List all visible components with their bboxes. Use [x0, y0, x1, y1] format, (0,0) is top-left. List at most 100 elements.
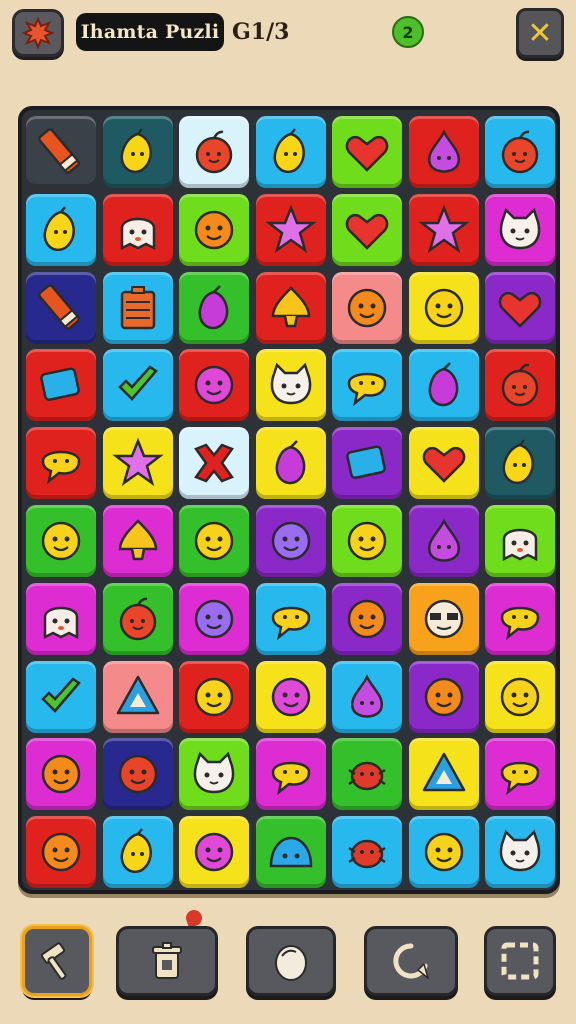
heart-icon	[345, 135, 389, 172]
tile-cross[interactable]	[179, 427, 249, 500]
tile-grape[interactable]	[179, 271, 249, 344]
tile-pencil[interactable]	[26, 271, 96, 344]
tile-bubble[interactable]	[255, 738, 326, 811]
tile-heart[interactable]	[332, 116, 402, 188]
star-icon	[417, 204, 470, 253]
tile-bug[interactable]	[332, 816, 402, 889]
tile-grape[interactable]	[255, 427, 326, 500]
tile-cat[interactable]	[179, 738, 249, 811]
tile-heart[interactable]	[485, 271, 555, 344]
tile-heart[interactable]	[408, 427, 479, 500]
tile-face-purple[interactable]	[179, 582, 249, 655]
tile-drop[interactable]	[408, 116, 479, 188]
tile-ghost[interactable]	[102, 193, 173, 266]
tile-face-orange[interactable]	[332, 271, 402, 344]
tile-drop[interactable]	[332, 660, 402, 733]
glasses-icon	[424, 599, 463, 639]
tile-grape[interactable]	[408, 349, 479, 422]
tile-face-orange[interactable]	[408, 660, 479, 733]
tile-face-orange[interactable]	[179, 193, 249, 266]
tile-face[interactable]	[332, 505, 402, 577]
heart-icon	[422, 447, 465, 483]
check-icon	[117, 365, 158, 402]
star-icon	[264, 204, 317, 253]
tile-lemon[interactable]	[485, 427, 555, 500]
menu-button[interactable]	[12, 9, 64, 57]
tile-drop[interactable]	[408, 505, 479, 577]
tile-star[interactable]	[408, 193, 479, 266]
tile-star[interactable]	[255, 193, 326, 266]
face-icon	[424, 288, 463, 327]
face-pink-icon	[194, 366, 234, 405]
apple-icon	[195, 130, 233, 174]
tile-bubble[interactable]	[255, 582, 326, 655]
bubble-icon	[500, 762, 540, 796]
frame-tool-button[interactable]	[484, 926, 556, 996]
tile-face[interactable]	[408, 816, 479, 889]
tile-bubble[interactable]	[485, 738, 555, 811]
apple-icon	[119, 597, 156, 641]
tile-face-pink[interactable]	[179, 349, 249, 422]
tile-face[interactable]	[408, 271, 479, 344]
tile-face[interactable]	[26, 505, 96, 577]
tile-triangle[interactable]	[102, 660, 173, 733]
bug-icon	[348, 762, 386, 791]
tile-cat[interactable]	[485, 193, 555, 266]
tile-bell[interactable]	[102, 505, 173, 577]
tile-triangle[interactable]	[408, 738, 479, 811]
tile-lemon[interactable]	[102, 816, 173, 889]
tile-apple[interactable]	[102, 582, 173, 655]
heart-icon	[345, 213, 389, 250]
grape-icon	[428, 362, 458, 407]
tile-face-orange[interactable]	[332, 582, 402, 655]
tile-battery[interactable]	[102, 271, 173, 344]
cat-icon	[499, 207, 541, 250]
tile-bug[interactable]	[332, 738, 402, 811]
tile-bubble[interactable]	[332, 349, 402, 422]
tile-ghost[interactable]	[485, 505, 555, 577]
tile-heart[interactable]	[332, 193, 402, 266]
tile-star[interactable]	[102, 427, 173, 500]
tile-lemon[interactable]	[255, 116, 326, 188]
tile-ghost[interactable]	[26, 582, 96, 655]
pencil-icon	[38, 128, 80, 174]
bubble-icon	[347, 373, 387, 407]
battery-icon	[120, 285, 155, 329]
tile-apple[interactable]	[485, 349, 555, 422]
hammer-tool-button[interactable]	[22, 926, 92, 996]
tile-pencil[interactable]	[26, 116, 96, 188]
tile-face-orange[interactable]	[26, 738, 96, 811]
tile-apple[interactable]	[485, 116, 555, 188]
tile-bubble[interactable]	[26, 427, 96, 500]
bubble-icon	[41, 450, 81, 485]
tile-blob[interactable]	[255, 816, 326, 889]
tile-bubble[interactable]	[485, 582, 555, 655]
tile-block[interactable]	[26, 349, 96, 422]
tile-face[interactable]	[179, 660, 249, 733]
tile-lemon[interactable]	[26, 193, 96, 266]
tile-apple[interactable]	[179, 116, 249, 188]
pencil-icon	[38, 283, 80, 330]
tile-lemon[interactable]	[102, 116, 173, 188]
triangle-icon	[422, 753, 465, 792]
tile-face[interactable]	[485, 660, 555, 733]
tile-block[interactable]	[332, 427, 402, 500]
tile-face-purple[interactable]	[255, 505, 326, 577]
tile-glasses[interactable]	[408, 582, 479, 655]
rotate-tool-button[interactable]	[364, 926, 458, 996]
splat-icon	[21, 16, 55, 50]
tile-cat[interactable]	[255, 349, 326, 422]
egg-tool-button[interactable]	[246, 926, 336, 996]
tile-check[interactable]	[26, 660, 96, 733]
close-button[interactable]: ✕	[516, 8, 564, 58]
tile-face-pink[interactable]	[255, 660, 326, 733]
tile-face-red[interactable]	[102, 738, 173, 811]
tile-face-pink[interactable]	[179, 816, 249, 889]
tile-cat[interactable]	[485, 816, 555, 889]
tile-bell[interactable]	[255, 271, 326, 344]
tile-face-orange[interactable]	[26, 816, 96, 889]
tile-face[interactable]	[179, 505, 249, 577]
trash-tool-button[interactable]	[116, 926, 218, 996]
tile-check[interactable]	[102, 349, 173, 422]
face-orange-icon	[41, 832, 81, 872]
